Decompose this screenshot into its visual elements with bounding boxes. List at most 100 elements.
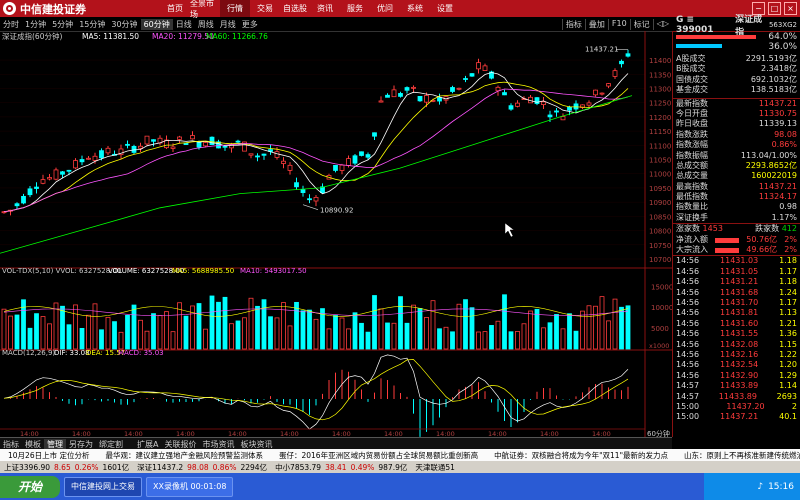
x-tick-label: 14:00 [436, 430, 455, 437]
maximize-icon[interactable]: □ [768, 2, 781, 15]
bottom-tab[interactable]: 指标 [0, 439, 22, 450]
task-recorder[interactable]: XX录像机 00:01:08 [146, 476, 234, 497]
candle-body [53, 169, 59, 180]
stat-label: 指数振幅 [676, 150, 708, 160]
flow-label: 大宗流入 [676, 245, 708, 255]
nav-item[interactable]: 设置 [430, 0, 460, 17]
ratio-bar-down [676, 44, 722, 48]
stat-label: 最低指数 [676, 192, 708, 202]
tool-button[interactable]: 指标 [561, 19, 585, 30]
period-tab[interactable]: 30分钟 [108, 19, 140, 30]
news-item[interactable]: 中航证券：双核融合将成为今年"双11"最新的发力点 [486, 450, 676, 461]
volume-bar [86, 314, 91, 350]
period-tab[interactable]: 更多 [239, 19, 261, 30]
period-tab[interactable]: 1分钟 [22, 19, 49, 30]
bottom-tab[interactable]: 模板 [22, 439, 44, 450]
volume-bar [222, 296, 228, 350]
tick-time: 14:56 [676, 277, 700, 287]
nav-item[interactable]: 交易 [250, 0, 280, 17]
period-tab[interactable]: 60分钟 [140, 19, 173, 30]
candle-body [60, 171, 65, 175]
tick-price: 11432.16 [720, 349, 759, 359]
candle-body [261, 153, 267, 156]
x-tick-label: 14:00 [176, 430, 195, 437]
candle-body [105, 147, 111, 154]
tick-time: 14:56 [676, 266, 700, 276]
quote-header: G ≡ 399001 深证成指 563XG2 [673, 15, 800, 38]
volume-icon[interactable]: ♪ [757, 482, 763, 492]
news-item[interactable]: 最华观：建议建立强地产金融风险预警监测体系 [97, 450, 271, 461]
volume-bar [118, 331, 124, 350]
news-item[interactable]: 10月26日上市 定位分析 [0, 450, 97, 461]
candle-body [144, 135, 150, 145]
tick-row: 14:57 11433.89 2693 [673, 392, 800, 402]
tick-row: 15:00 11437.21 40.1 [673, 412, 800, 422]
bottom-tab[interactable]: 另存为 [66, 439, 96, 450]
volume-bar [138, 319, 143, 350]
tool-button[interactable]: 叠加 [584, 19, 608, 30]
sub-tab[interactable]: 板块资讯 [237, 439, 275, 450]
sub-tab[interactable]: 市场资讯 [199, 439, 237, 450]
vol-caption-ma5-visible: MA5: 5688985.50 [172, 267, 234, 275]
nav-item[interactable]: 自选股 [280, 0, 310, 17]
y-tick-label: 11400 [649, 57, 671, 65]
task-trading[interactable]: 中信建投网上交易 [64, 476, 142, 497]
news-item[interactable]: 山东：原则上不再核准新建传统燃油汽车生产企业 [676, 450, 800, 461]
period-tab[interactable]: 日线 [173, 19, 195, 30]
tool-button[interactable]: ◁▷ [652, 19, 672, 30]
tool-button[interactable]: F10 [607, 19, 630, 30]
nav-item[interactable]: 优问 [370, 0, 400, 17]
nav-item[interactable]: 全景市场 [190, 0, 220, 19]
stat-value: 2293.8652亿 [745, 160, 797, 170]
candle-body [313, 196, 319, 202]
candle-body [547, 114, 553, 118]
period-tab[interactable]: 月线 [217, 19, 239, 30]
vol-caption-ma10: MA10: 5493017.50 [240, 267, 307, 275]
ratio-up-value: 64.0% [768, 32, 797, 42]
tick-price: 11437.20 [726, 401, 765, 411]
volume-bar [34, 313, 39, 350]
volume-bar [209, 295, 215, 350]
candle-body [586, 102, 592, 106]
x-tick-label: 14:00 [592, 430, 611, 437]
tool-button[interactable]: 标记 [629, 19, 653, 30]
candle-body [274, 151, 280, 158]
bottom-tab[interactable]: 管理 [44, 438, 66, 450]
period-label: 60分钟 [647, 429, 670, 437]
news-item[interactable]: 蛋仔：2016年亚洲区域内贸易份额占全球贸易额比重创新高 [271, 450, 486, 461]
candle-body [281, 160, 286, 164]
start-button[interactable]: 开始 [0, 475, 60, 498]
candle-body [203, 142, 208, 147]
period-tab[interactable]: 分时 [0, 19, 22, 30]
tick-time: 15:00 [676, 412, 700, 422]
turnover-row: 基金成交 138.5183亿 [673, 85, 800, 95]
volume-bar [125, 314, 130, 350]
volume-bar [443, 326, 449, 350]
tick-price: 11431.21 [720, 277, 759, 287]
close-icon[interactable]: × [784, 2, 797, 15]
news-ticker[interactable]: 10月26日上市 定位分析 最华观：建议建立强地产金融风险预警监测体系 蛋仔：201… [0, 449, 800, 461]
volume-bar [300, 310, 306, 350]
nav-item[interactable]: 系统 [400, 0, 430, 17]
period-tab[interactable]: 15分钟 [76, 19, 108, 30]
flow-row: 净流入额 50.76亿 2% [673, 235, 800, 245]
volume-bar [53, 302, 59, 350]
candle-body [411, 86, 416, 89]
sub-tab[interactable]: 扩展A [134, 439, 161, 450]
flow-pct: 2% [784, 245, 797, 255]
bottom-tab[interactable]: 绑定割 [96, 439, 126, 450]
tick-list[interactable]: 14:56 11431.03 1.18 14:56 11431.05 1.17 14:56 1… [673, 256, 800, 422]
nav-item[interactable]: 服务 [340, 0, 370, 17]
kline-chart-svg[interactable]: 深证成指(60分钟) MA5: 11381.50 MA20: 11279.50 MA1… [0, 31, 673, 438]
volume-bar [560, 328, 566, 350]
candle-body [385, 94, 390, 98]
sub-tab[interactable]: 关联报价 [161, 439, 199, 450]
period-tab[interactable]: 5分钟 [49, 19, 76, 30]
volume-bar [593, 305, 598, 350]
nav-item[interactable]: 首页 [160, 0, 190, 17]
chart-area[interactable]: 深证成指(60分钟) MA5: 11381.50 MA20: 11279.50 MA1… [0, 31, 673, 438]
nav-item[interactable]: 资讯 [310, 0, 340, 17]
clock: 15:16 [768, 481, 794, 492]
period-tab[interactable]: 周线 [195, 19, 217, 30]
nav-item[interactable]: 行情 [220, 0, 250, 17]
